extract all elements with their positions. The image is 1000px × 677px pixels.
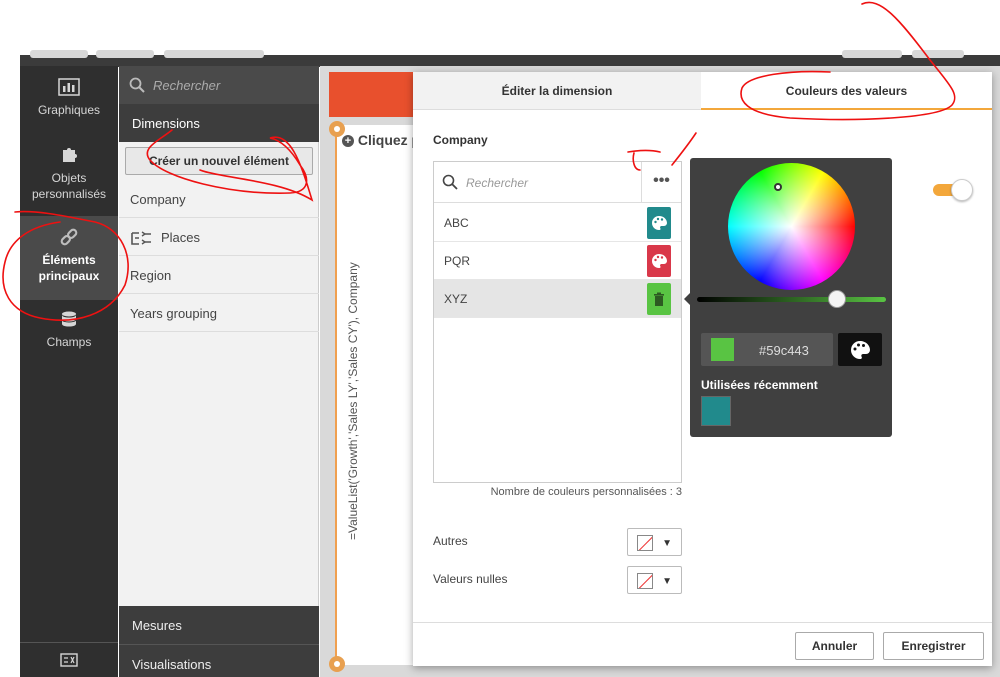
others-label: Autres xyxy=(433,534,468,548)
nulls-color-dropdown[interactable]: ▼ xyxy=(627,566,682,594)
save-button[interactable]: Enregistrer xyxy=(883,632,984,660)
palette-icon[interactable] xyxy=(647,207,671,239)
toolbar-button[interactable] xyxy=(842,50,902,58)
variables-icon xyxy=(60,653,78,667)
library-search-input[interactable]: Rechercher xyxy=(119,66,319,104)
asset-charts[interactable]: Graphiques xyxy=(20,78,118,144)
value-label: XYZ xyxy=(444,292,468,306)
bar-chart-icon xyxy=(58,78,80,96)
brightness-slider[interactable] xyxy=(697,297,886,302)
dialog-footer: Annuler Enregistrer xyxy=(413,622,992,666)
value-label: PQR xyxy=(444,254,471,268)
asset-fields-label: Champs xyxy=(46,335,92,349)
field-label: Company xyxy=(433,133,488,147)
click-hint-text: Cliquez p xyxy=(357,132,421,148)
no-color-icon xyxy=(637,535,653,551)
plus-icon: + xyxy=(342,135,354,147)
custom-colors-toggle[interactable] xyxy=(933,179,973,201)
drilldown-icon xyxy=(131,231,151,245)
cancel-button[interactable]: Annuler xyxy=(795,632,874,660)
variables-button[interactable] xyxy=(20,642,118,677)
current-color-swatch xyxy=(711,338,734,361)
logo xyxy=(329,72,415,117)
toolbar-button[interactable] xyxy=(164,50,264,58)
library-search-placeholder: Rechercher xyxy=(153,78,221,93)
toolbar-button[interactable] xyxy=(96,50,154,58)
value-row-xyz[interactable]: XYZ xyxy=(434,280,681,318)
palette-icon xyxy=(851,341,870,359)
measures-header[interactable]: Mesures xyxy=(119,606,319,644)
toolbar-button[interactable] xyxy=(30,50,88,58)
palette-icon[interactable] xyxy=(647,245,671,277)
recent-color-swatch[interactable] xyxy=(701,396,731,426)
color-wheel-marker[interactable] xyxy=(774,183,782,191)
asset-bar: Graphiques Objets personnalisés Éléments… xyxy=(20,66,118,677)
resize-handle-bottom[interactable] xyxy=(328,655,346,673)
value-row-abc[interactable]: ABC xyxy=(434,204,681,242)
caret-down-icon: ▼ xyxy=(662,576,672,587)
click-hint: + Cliquez p xyxy=(342,132,420,148)
dimension-expression-label: =ValueList('Growth','Sales LY','Sales CY… xyxy=(346,262,360,540)
trash-icon[interactable] xyxy=(647,283,671,315)
library-item-region[interactable]: Region xyxy=(119,256,319,294)
puzzle-icon xyxy=(63,148,77,162)
palette-button[interactable] xyxy=(838,333,882,366)
value-search-input[interactable]: Rechercher xyxy=(434,162,642,203)
library-item-years-grouping[interactable]: Years grouping xyxy=(119,294,319,332)
toolbar-button[interactable] xyxy=(912,50,964,58)
library-item-places-label: Places xyxy=(161,230,201,245)
color-wheel[interactable] xyxy=(728,163,855,290)
value-label: ABC xyxy=(444,216,469,230)
visualisations-header[interactable]: Visualisations xyxy=(119,644,319,677)
library-panel: Rechercher Dimensions Créer un nouvel él… xyxy=(119,66,319,677)
asset-charts-label: Graphiques xyxy=(37,103,101,117)
recent-colors-label: Utilisées récemment xyxy=(701,378,818,392)
asset-master-items[interactable]: Éléments principaux xyxy=(20,216,118,300)
tab-value-colors[interactable]: Couleurs des valeurs xyxy=(701,72,992,110)
page: Graphiques Objets personnalisés Éléments… xyxy=(0,0,1000,677)
library-item-places[interactable]: Places xyxy=(119,218,319,256)
hex-input[interactable]: #59c443 xyxy=(701,333,833,366)
link-icon xyxy=(60,228,78,246)
search-icon xyxy=(442,174,458,190)
color-picker-popover: #59c443 Utilisées récemment xyxy=(690,158,892,437)
asset-master-items-label: Éléments principaux xyxy=(38,253,100,283)
brightness-slider-knob[interactable] xyxy=(828,290,846,308)
toggle-knob xyxy=(951,179,973,201)
nulls-label: Valeurs nulles xyxy=(433,572,508,586)
custom-color-count: Nombre de couleurs personnalisées : 3 xyxy=(490,486,682,498)
hex-value: #59c443 xyxy=(759,343,809,358)
value-row-pqr[interactable]: PQR xyxy=(434,242,681,280)
library-item-company[interactable]: Company xyxy=(119,180,319,218)
search-icon xyxy=(129,77,145,93)
asset-custom-objects[interactable]: Objets personnalisés xyxy=(20,146,118,216)
others-color-dropdown[interactable]: ▼ xyxy=(627,528,682,556)
value-search-placeholder: Rechercher xyxy=(466,176,529,190)
caret-down-icon: ▼ xyxy=(662,538,672,549)
tab-edit-dimension[interactable]: Éditer la dimension xyxy=(413,72,701,110)
value-color-list: Rechercher ••• ABC PQR XYZ xyxy=(433,161,682,483)
database-icon xyxy=(61,311,77,327)
asset-custom-objects-label: Objets personnalisés xyxy=(31,171,107,201)
dimensions-header[interactable]: Dimensions xyxy=(119,104,319,142)
more-options-button[interactable]: ••• xyxy=(642,162,681,203)
no-color-icon xyxy=(637,573,653,589)
asset-fields[interactable]: Champs xyxy=(20,310,118,360)
create-new-item-button[interactable]: Créer un nouvel élément xyxy=(125,147,313,175)
